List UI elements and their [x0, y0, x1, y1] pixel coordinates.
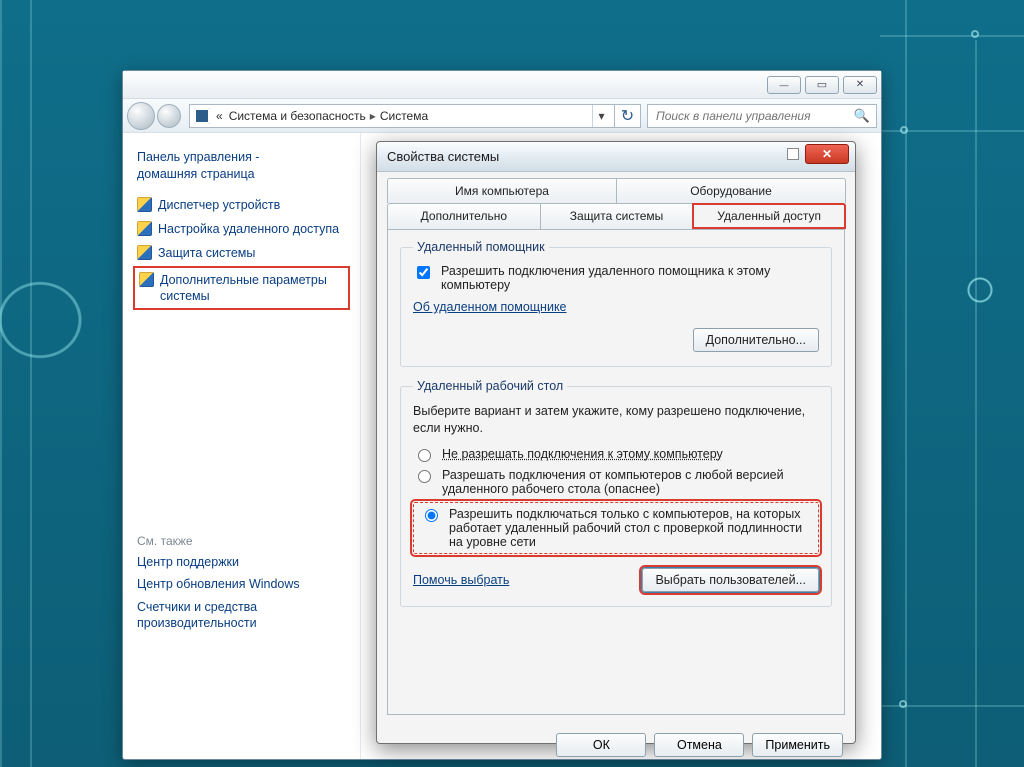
sidebar-item-device-manager[interactable]: Диспетчер устройств [137, 197, 346, 213]
button-select-users[interactable]: Выбрать пользователей... [642, 568, 819, 592]
sidebar-item-label: Защита системы [158, 245, 255, 261]
search-input[interactable] [654, 108, 854, 124]
radio-label: Не разрешать подключения к этому компьют… [442, 447, 723, 461]
close-button[interactable] [843, 76, 877, 94]
dialog-footer: ОК Отмена Применить [377, 725, 855, 767]
tab-computer-name[interactable]: Имя компьютера [387, 178, 617, 203]
sidebar-item-remote-settings[interactable]: Настройка удаленного доступа [137, 221, 346, 237]
forward-button[interactable] [157, 104, 181, 128]
checkbox-label: Разрешить подключения удаленного помощни… [441, 264, 819, 292]
toolbar: « Система и безопасность ▸ Система ▾ ↻ 🔍 [123, 99, 881, 133]
button-advanced[interactable]: Дополнительно... [693, 328, 819, 352]
dialog-title: Свойства системы [387, 149, 499, 164]
button-ok[interactable]: ОК [556, 733, 646, 757]
group-remote-desktop: Удаленный рабочий стол Выберите вариант … [400, 379, 832, 607]
search-box[interactable]: 🔍 [647, 104, 877, 128]
minimize-button[interactable] [767, 76, 801, 94]
shield-icon [137, 245, 152, 260]
sidebar-link-windows-update[interactable]: Центр обновления Windows [137, 576, 346, 592]
sidebar-home-link[interactable]: Панель управления - домашняя страница [137, 149, 346, 183]
chevron-right-icon: ▸ [370, 109, 376, 123]
control-panel-icon [194, 108, 210, 124]
sidebar-item-system-protection[interactable]: Защита системы [137, 245, 346, 261]
sidebar-link-action-center[interactable]: Центр поддержки [137, 554, 346, 570]
radio-label: Разрешить подключаться только с компьюте… [449, 507, 812, 549]
sidebar: Панель управления - домашняя страница Ди… [123, 133, 361, 759]
button-cancel[interactable]: Отмена [654, 733, 744, 757]
sidebar-link-perf-tools[interactable]: Счетчики и средства производительности [137, 599, 346, 632]
checkbox-allow-remote-assistance[interactable] [417, 266, 430, 279]
refresh-icon: ↻ [621, 106, 634, 126]
group-legend: Удаленный рабочий стол [413, 379, 567, 393]
tab-panel-remote: Удаленный помощник Разрешить подключения… [387, 229, 845, 715]
link-help-choose[interactable]: Помочь выбрать [413, 573, 509, 587]
dialog-close-button[interactable]: ✕ [805, 144, 849, 164]
radio-rdp-nla-only[interactable] [425, 509, 438, 522]
back-button[interactable] [127, 102, 155, 130]
shield-icon [137, 197, 152, 212]
tab-hardware[interactable]: Оборудование [616, 178, 846, 203]
shield-icon [139, 272, 154, 287]
sidebar-item-label: Диспетчер устройств [158, 197, 280, 213]
dialog-help-icon[interactable] [787, 148, 799, 160]
see-also-heading: См. также [137, 534, 346, 548]
radio-label: Разрешать подключения от компьютеров с л… [442, 468, 819, 496]
breadcrumb-sep: « [216, 109, 223, 123]
address-bar[interactable]: « Система и безопасность ▸ Система ▾ [189, 104, 615, 128]
sidebar-item-label: Дополнительные параметры системы [160, 272, 344, 305]
tab-advanced[interactable]: Дополнительно [387, 203, 541, 229]
group-remote-assistance: Удаленный помощник Разрешить подключения… [400, 240, 832, 367]
refresh-button[interactable]: ↻ [615, 104, 641, 128]
sidebar-item-label: Настройка удаленного доступа [158, 221, 339, 237]
rdp-description: Выберите вариант и затем укажите, кому р… [413, 403, 819, 437]
group-legend: Удаленный помощник [413, 240, 549, 254]
search-icon: 🔍 [854, 108, 870, 124]
dialog-titlebar[interactable]: Свойства системы ✕ [377, 142, 855, 172]
window-titlebar[interactable] [123, 71, 881, 99]
button-apply[interactable]: Применить [752, 733, 843, 757]
breadcrumb-security[interactable]: Система и безопасность [229, 109, 366, 123]
system-properties-dialog: Свойства системы ✕ Имя компьютера Оборуд… [376, 141, 856, 744]
link-about-remote-assistance[interactable]: Об удаленном помощнике [413, 300, 567, 314]
radio-rdp-any-version[interactable] [418, 470, 431, 483]
tab-system-protection[interactable]: Защита системы [540, 203, 694, 229]
breadcrumb-system[interactable]: Система [380, 109, 428, 123]
address-dropdown[interactable]: ▾ [592, 105, 610, 127]
maximize-button[interactable] [805, 76, 839, 94]
tab-remote[interactable]: Удаленный доступ [692, 203, 846, 229]
sidebar-item-advanced-system[interactable]: Дополнительные параметры системы [137, 270, 346, 307]
radio-rdp-disallow[interactable] [418, 449, 431, 462]
shield-icon [137, 221, 152, 236]
